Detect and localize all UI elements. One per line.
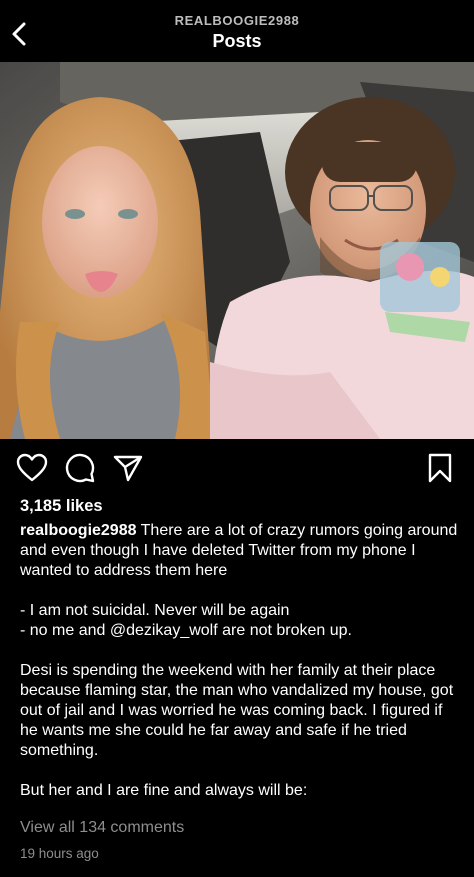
header-username: REALBOOGIE2988 bbox=[174, 13, 300, 28]
send-icon[interactable] bbox=[112, 452, 144, 484]
heart-icon[interactable] bbox=[16, 452, 48, 484]
comment-icon[interactable] bbox=[64, 452, 96, 484]
action-bar bbox=[0, 448, 474, 488]
bookmark-icon[interactable] bbox=[424, 452, 456, 484]
post-caption: realboogie2988 There are a lot of crazy … bbox=[20, 521, 460, 801]
post-photo[interactable] bbox=[0, 62, 474, 439]
top-bar: REALBOOGIE2988 Posts bbox=[0, 0, 474, 62]
view-comments-link[interactable]: View all 134 comments bbox=[20, 819, 184, 837]
post-image bbox=[0, 62, 474, 439]
caption-text: There are a lot of crazy rumors going ar… bbox=[20, 522, 458, 799]
like-count[interactable]: 3,185 likes bbox=[20, 497, 103, 516]
caption-username[interactable]: realboogie2988 bbox=[20, 522, 137, 539]
post-timestamp: 19 hours ago bbox=[20, 846, 99, 861]
page-title: Posts bbox=[212, 31, 262, 51]
